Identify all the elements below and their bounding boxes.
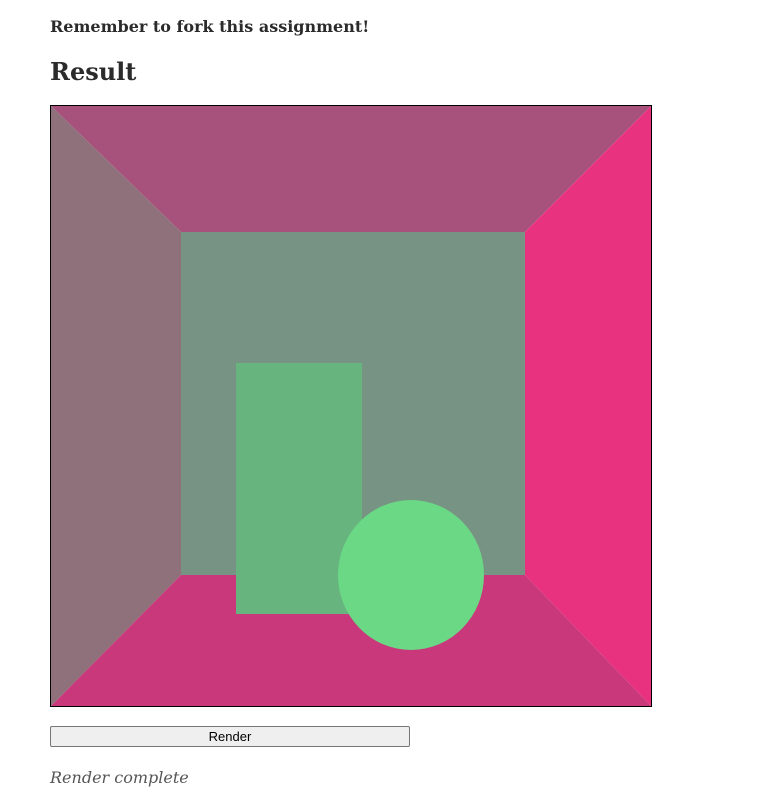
render-canvas [50, 105, 652, 707]
render-status: Render complete [50, 768, 189, 787]
render-button[interactable]: Render [50, 726, 410, 747]
result-heading: Result [50, 57, 137, 86]
sphere [338, 500, 484, 650]
rendered-scene [51, 106, 651, 706]
fork-reminder: Remember to fork this assignment! [50, 17, 370, 36]
